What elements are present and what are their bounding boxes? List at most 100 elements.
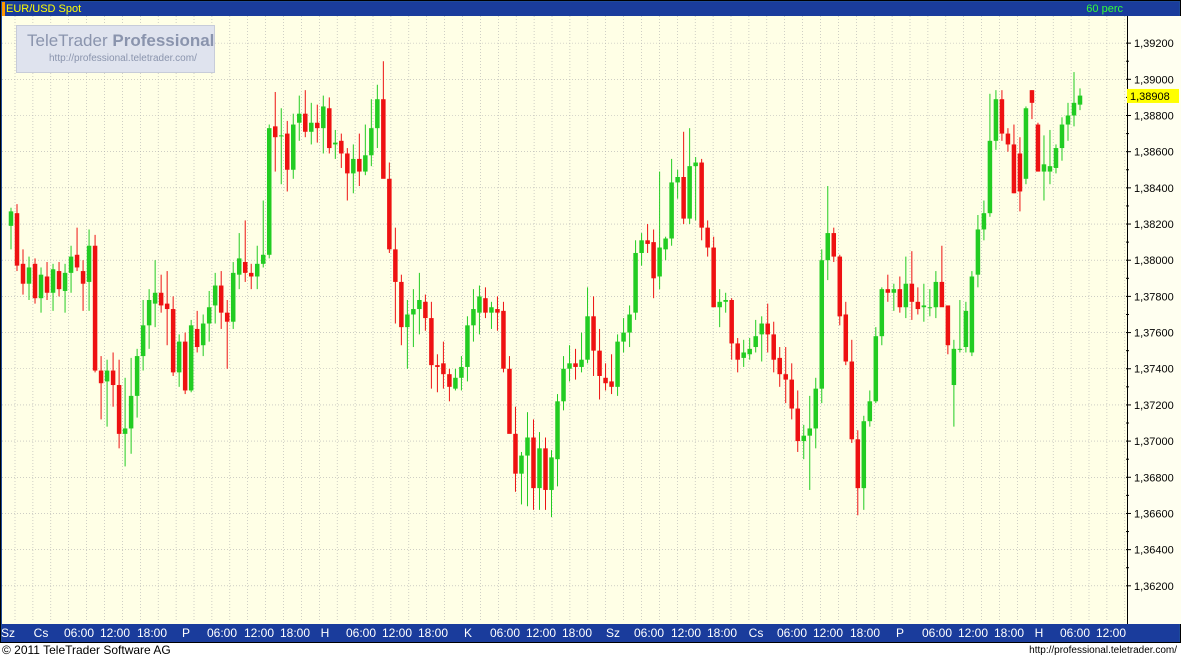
- y-tick-label: 1,37800: [1134, 291, 1174, 303]
- x-tick-label: 12:00: [813, 626, 843, 640]
- candle-body: [669, 182, 674, 239]
- candle-body: [333, 142, 338, 145]
- candle-body: [26, 267, 32, 284]
- candle-body: [729, 300, 734, 344]
- candle-body: [513, 433, 518, 474]
- candle-body: [567, 363, 572, 369]
- y-tick-label: 1,38800: [1134, 110, 1174, 122]
- y-tick-label: 1,37400: [1134, 364, 1174, 376]
- candle-body: [8, 211, 14, 226]
- candle-body: [297, 113, 302, 123]
- candle-body: [537, 448, 542, 489]
- candle-body: [345, 153, 350, 174]
- candle-body: [14, 213, 20, 266]
- x-tick-label: H: [321, 626, 330, 640]
- candle-body: [1047, 166, 1053, 172]
- candle-body: [519, 455, 524, 474]
- candle-body: [236, 258, 242, 275]
- candle-body: [879, 289, 885, 337]
- y-tick-label: 1,36200: [1134, 581, 1174, 593]
- candle-body: [483, 298, 488, 313]
- candle-body: [621, 332, 626, 342]
- candle-body: [1011, 144, 1017, 194]
- candle-body: [128, 395, 134, 429]
- x-tick-label: K: [464, 626, 472, 640]
- candle-body: [969, 276, 975, 353]
- candle-body: [459, 366, 464, 378]
- candle-body: [170, 309, 176, 373]
- candle-body: [423, 301, 428, 319]
- candle-body: [921, 305, 927, 308]
- y-tick-label: 1,39000: [1134, 74, 1174, 86]
- candle-body: [975, 229, 981, 275]
- copyright-text: © 2011 TeleTrader Software AG: [2, 643, 171, 657]
- x-tick-label: Sz: [606, 626, 620, 640]
- y-tick-label: 1,37000: [1134, 436, 1174, 448]
- x-tick-label: H: [1035, 626, 1044, 640]
- candle-body: [140, 325, 146, 357]
- candle-body: [615, 341, 620, 387]
- candle-body: [158, 292, 164, 306]
- candle-body: [1053, 148, 1059, 168]
- candle-body: [1077, 95, 1083, 105]
- x-tick-label: 18:00: [707, 626, 737, 640]
- candle-body: [819, 260, 825, 389]
- logo-brand-normal: TeleTrader: [27, 31, 113, 50]
- x-tick-label: 18:00: [418, 626, 448, 640]
- candle-body: [741, 352, 746, 358]
- candle-body: [303, 113, 308, 132]
- candle-body: [80, 271, 86, 284]
- footer-url[interactable]: http://professional.teletrader.com/: [1029, 645, 1177, 656]
- candle-body: [855, 439, 861, 489]
- candle-body: [903, 283, 909, 308]
- candle-body: [837, 256, 843, 317]
- candle-body: [248, 272, 254, 277]
- candle-body: [1059, 124, 1065, 149]
- candle-body: [825, 233, 831, 261]
- candle-body: [891, 289, 897, 293]
- x-tick-label: 06:00: [64, 626, 94, 640]
- candle-body: [609, 381, 614, 387]
- candle-body: [699, 162, 704, 228]
- candle-body: [717, 301, 722, 308]
- x-tick-label: 06:00: [1060, 626, 1090, 640]
- candle-body: [531, 437, 536, 489]
- candle-body: [711, 247, 716, 308]
- candle-body: [176, 341, 182, 373]
- y-tick-label: 1,37200: [1134, 400, 1174, 412]
- candle-body: [266, 128, 272, 255]
- candle-body: [783, 374, 788, 380]
- candle-body: [765, 323, 770, 335]
- candle-body: [633, 252, 638, 313]
- candle-body: [585, 316, 590, 360]
- candle-body: [507, 368, 512, 434]
- candle-body: [843, 314, 849, 362]
- candle-body: [663, 238, 668, 250]
- candle-body: [110, 370, 116, 386]
- candle-body: [188, 325, 194, 391]
- candle-body: [242, 262, 248, 273]
- candle-body: [122, 428, 128, 434]
- candle-body: [441, 363, 446, 375]
- candle-body: [471, 309, 476, 326]
- candle-body: [315, 122, 320, 129]
- candle-body: [98, 370, 104, 384]
- candle-body: [801, 435, 806, 442]
- candle-body: [951, 348, 957, 386]
- y-tick-label: 1,36400: [1134, 545, 1174, 557]
- last-price-label: 1,38908: [1130, 91, 1170, 103]
- candle-body: [705, 227, 710, 248]
- candle-body: [200, 323, 206, 346]
- candle-body: [897, 289, 903, 308]
- candle-body: [915, 301, 921, 310]
- candle-body: [651, 242, 656, 279]
- candle-body: [206, 307, 212, 324]
- candle-body: [339, 140, 344, 154]
- candle-body: [152, 292, 158, 304]
- candle-body: [603, 377, 608, 384]
- x-tick-label: 06:00: [922, 626, 952, 640]
- candle-body: [795, 408, 800, 442]
- candle-body: [387, 178, 392, 250]
- candle-body: [687, 166, 692, 219]
- x-tick-label: 12:00: [671, 626, 701, 640]
